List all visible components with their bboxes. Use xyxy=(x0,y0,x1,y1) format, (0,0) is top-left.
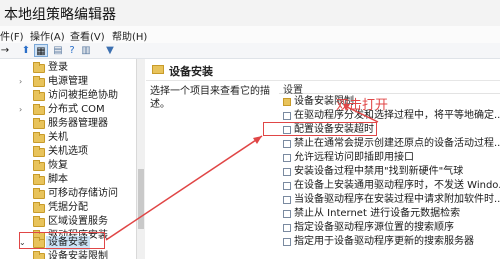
folder-icon xyxy=(33,62,45,73)
scrollbar-thumb[interactable] xyxy=(138,169,144,229)
tree-item-locale[interactable]: 区域设置服务 xyxy=(0,215,136,229)
window-title: 本地组策略编辑器 xyxy=(4,7,116,23)
tree-item-power[interactable]: › 电源管理 xyxy=(0,75,136,89)
title-bar: 本地组策略编辑器 xyxy=(0,0,500,26)
menu-bar: 件(F) 操作(A) 查看(V) 帮助(H) xyxy=(0,26,500,43)
tree-item-removable-storage[interactable]: 可移动存储访问 xyxy=(0,187,136,201)
tree-item-label: 登录 xyxy=(48,62,68,73)
tree-item-label: 凭据分配 xyxy=(48,202,88,213)
folder-icon xyxy=(33,146,45,157)
folder-icon xyxy=(33,76,45,87)
menu-view[interactable]: 查看(V) xyxy=(70,28,105,43)
forward-icon[interactable]: → xyxy=(0,44,10,57)
tree-item-shutdown[interactable]: 关机 xyxy=(0,131,136,145)
details-title: 设备安装 xyxy=(169,65,213,78)
settings-list: 设置 设备安装限制 在驱动程序分发和选择过程中，将平等地确定... 配置设备安装… xyxy=(279,80,500,259)
list-item-label: 指定设备驱动程序源位置的搜索顺序 xyxy=(294,222,454,233)
tree-scrollbar[interactable] xyxy=(137,59,145,259)
column-header-label: 设置 xyxy=(283,85,303,96)
tree-item-label: 分布式 COM xyxy=(48,104,105,115)
folder-icon xyxy=(33,90,45,101)
policy-setting-icon xyxy=(283,112,291,120)
tree-item-label: 服务器管理器 xyxy=(48,118,108,129)
folder-icon xyxy=(33,174,45,185)
folder-icon xyxy=(33,202,45,213)
tree-item-label: 关机 xyxy=(48,132,68,143)
show-hide-tree-icon[interactable]: ▦ xyxy=(34,44,48,57)
policy-setting-icon xyxy=(283,154,291,162)
tree-item-label: 恢复 xyxy=(48,160,68,171)
tree-item-device-install-restrictions[interactable]: 设备安装限制 xyxy=(0,250,136,259)
list-item-label: 在设备上安装通用驱动程序时，不发送 Windo... xyxy=(294,180,500,191)
export-icon[interactable]: ▤ xyxy=(52,44,64,57)
expand-arrow-icon[interactable]: › xyxy=(19,75,22,89)
list-item-label: 禁止从 Internet 进行设备元数据检索 xyxy=(294,208,461,219)
tree-item-dcom[interactable]: › 分布式 COM xyxy=(0,103,136,117)
details-header: 设备安装 xyxy=(146,59,500,81)
list-item[interactable]: 在设备上安装通用驱动程序时，不发送 Windo... xyxy=(279,179,500,193)
folder-icon xyxy=(33,118,45,129)
folder-icon xyxy=(33,188,45,199)
tree-item-label: 可移动存储访问 xyxy=(48,188,118,199)
tree-item-label: 访问被拒绝协助 xyxy=(48,90,118,101)
list-item-label: 当设备驱动程序在安装过程中请求附加软件时... xyxy=(294,194,500,205)
tree-item-label: 区域设置服务 xyxy=(48,216,108,227)
tree-item-label: 设备安装限制 xyxy=(48,251,108,259)
filter-icon[interactable]: ▼ xyxy=(104,44,116,57)
tree-item-label: 脚本 xyxy=(48,174,68,185)
list-item-label: 在驱动程序分发和选择过程中，将平等地确定... xyxy=(294,110,500,121)
folder-icon xyxy=(33,160,45,171)
tree-item-scripts[interactable]: 脚本 xyxy=(0,173,136,187)
toolbar: → ⬆ ▦ ▤ ? ▥ ▼ xyxy=(0,43,500,59)
policy-setting-icon xyxy=(283,140,291,148)
properties-icon[interactable]: ▥ xyxy=(80,44,92,57)
folder-icon xyxy=(33,216,45,227)
tree-item-label: 电源管理 xyxy=(48,76,88,87)
tree-item-label: 关机选项 xyxy=(48,146,88,157)
annotation-double-click: 双击打开 xyxy=(336,98,389,113)
description-text: 选择一个项目来查看它的描述。 xyxy=(150,86,270,110)
list-item[interactable]: 允许远程访问即插即用接口 xyxy=(279,151,500,165)
tree-item-recovery[interactable]: 恢复 xyxy=(0,159,136,173)
help-icon[interactable]: ? xyxy=(66,44,78,57)
policy-setting-icon xyxy=(283,210,291,218)
policy-setting-icon xyxy=(283,168,291,176)
tree-item-shutdown-options[interactable]: 关机选项 xyxy=(0,145,136,159)
list-item[interactable]: 禁止从 Internet 进行设备元数据检索 xyxy=(279,207,500,221)
tree-item-logon[interactable]: 登录 xyxy=(0,61,136,75)
menu-action[interactable]: 操作(A) xyxy=(30,28,65,43)
menu-file[interactable]: 件(F) xyxy=(0,28,24,43)
list-item-label: 指定用于设备驱动程序更新的搜索服务器 xyxy=(294,236,474,247)
list-item-label: 允许远程访问即插即用接口 xyxy=(294,152,414,163)
column-header-setting[interactable]: 设置 xyxy=(279,80,500,96)
policy-tree: 登录 › 电源管理 访问被拒绝协助 › 分布式 COM 服务器管理器 关机 关机… xyxy=(0,59,137,259)
folder-up-icon[interactable]: ⬆ xyxy=(20,44,32,57)
folder-icon xyxy=(33,132,45,143)
folder-icon xyxy=(283,98,291,106)
policy-setting-icon xyxy=(283,182,291,190)
list-item[interactable]: 指定用于设备驱动程序更新的搜索服务器 xyxy=(279,235,500,249)
folder-icon xyxy=(33,251,45,259)
list-item[interactable]: 禁止在通常会提示创建还原点的设备活动过程... xyxy=(279,137,500,151)
menu-help[interactable]: 帮助(H) xyxy=(112,28,147,43)
list-item[interactable]: 当设备驱动程序在安装过程中请求附加软件时... xyxy=(279,193,500,207)
expand-arrow-icon[interactable]: › xyxy=(19,103,22,117)
tree-item-server-manager[interactable]: 服务器管理器 xyxy=(0,117,136,131)
policy-setting-icon xyxy=(283,224,291,232)
highlight-box-timeout xyxy=(263,122,377,136)
highlight-box-device-install xyxy=(19,232,105,249)
tree-item-credentials[interactable]: 凭据分配 xyxy=(0,201,136,215)
policy-setting-icon xyxy=(283,196,291,204)
list-item[interactable]: 设备安装限制 xyxy=(279,95,500,109)
list-item[interactable]: 在驱动程序分发和选择过程中，将平等地确定... xyxy=(279,109,500,123)
list-item-label: 禁止在通常会提示创建还原点的设备活动过程... xyxy=(294,138,500,149)
folder-icon xyxy=(152,65,164,74)
details-pane: 设备安装 选择一个项目来查看它的描述。 设置 设备安装限制 在驱动程序分发和选择… xyxy=(146,59,500,259)
policy-setting-icon xyxy=(283,238,291,246)
folder-icon xyxy=(33,104,45,115)
list-item-label: 安装设备过程中禁用"找到新硬件"气球 xyxy=(294,166,464,177)
list-item[interactable]: 安装设备过程中禁用"找到新硬件"气球 xyxy=(279,165,500,179)
list-item[interactable]: 指定设备驱动程序源位置的搜索顺序 xyxy=(279,221,500,235)
tree-item-access-denied[interactable]: 访问被拒绝协助 xyxy=(0,89,136,103)
